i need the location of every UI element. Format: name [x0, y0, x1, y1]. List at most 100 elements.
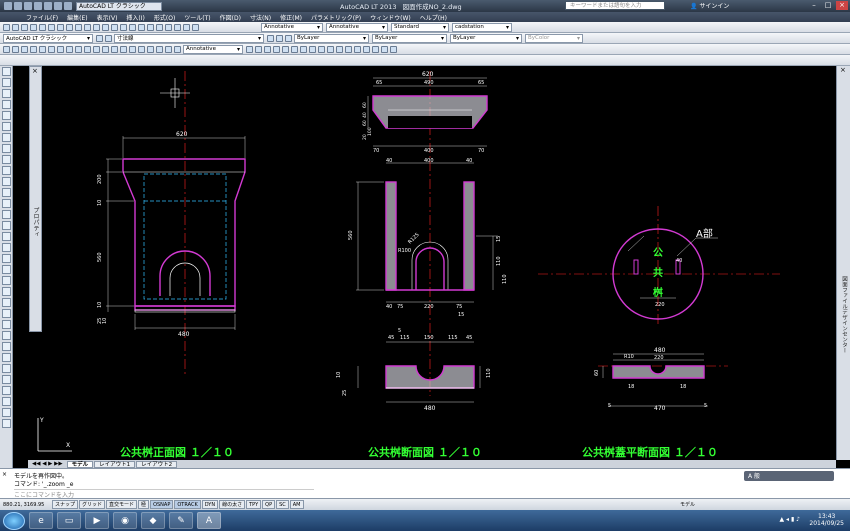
menu-tools[interactable]: ツール(T) [184, 13, 210, 22]
status-tray-mini[interactable]: A 般 [744, 471, 834, 481]
dim-aligned-icon[interactable] [12, 45, 19, 53]
polar-toggle[interactable]: 極 [138, 500, 150, 509]
spline-tool-icon[interactable] [1, 155, 11, 164]
signin-button[interactable]: 👤 サインイン [690, 1, 729, 10]
dim-radius-icon[interactable] [39, 45, 46, 53]
qp-toggle[interactable]: QP [262, 500, 276, 509]
menu-dimension[interactable]: 寸法(N) [250, 13, 271, 22]
tab-nav-icon[interactable]: ◀◀ ◀ ▶ ▶▶ [32, 461, 63, 467]
dim-baseline-icon[interactable] [84, 45, 91, 53]
menu-help[interactable]: ヘルプ(H) [420, 13, 447, 22]
cut-icon[interactable] [48, 23, 55, 31]
chrome-icon[interactable]: ◉ [113, 512, 137, 529]
polygon-tool-icon[interactable] [1, 100, 11, 109]
close-button[interactable]: × [836, 1, 848, 10]
dim-linear-icon[interactable] [3, 45, 10, 53]
otrack-toggle[interactable]: OTRACK [174, 500, 201, 509]
table-icon[interactable] [381, 45, 388, 53]
model-space-button[interactable]: モデル [680, 501, 695, 508]
gradient-icon[interactable] [363, 45, 370, 53]
layer-previous-icon[interactable] [276, 34, 283, 42]
ie-icon[interactable]: e [29, 512, 53, 529]
menu-window[interactable]: ウィンドウ(W) [370, 13, 411, 22]
lineweight-select[interactable]: ByLayer [450, 33, 522, 43]
dim-style-select[interactable]: Annotative [326, 22, 388, 32]
ellipse-tool-icon[interactable] [1, 166, 11, 175]
palette-close-icon[interactable]: × [32, 67, 38, 75]
revcloud-tool-icon[interactable] [1, 144, 11, 153]
copy-tool-icon[interactable] [1, 287, 11, 296]
center-mark-icon[interactable] [129, 45, 136, 53]
properties-palette[interactable]: × プロパティ [29, 66, 42, 332]
point-tool-icon[interactable] [1, 210, 11, 219]
ortho-toggle[interactable]: 直交モード [106, 500, 138, 509]
stretch-tool-icon[interactable] [1, 364, 11, 373]
grid-toggle[interactable]: グリッド [79, 500, 106, 509]
menu-file[interactable]: ファイル(F) [26, 13, 58, 22]
text-tool-icon[interactable] [1, 265, 11, 274]
insert-block-icon[interactable] [336, 45, 343, 53]
inspect-icon[interactable] [138, 45, 145, 53]
dim-edit-icon[interactable] [156, 45, 163, 53]
rectangle-icon[interactable] [282, 45, 289, 53]
annotation-scale-select[interactable]: Annotative [183, 44, 243, 54]
spline-icon[interactable] [318, 45, 325, 53]
copy-icon[interactable] [57, 23, 64, 31]
command-close-icon[interactable]: × [2, 471, 7, 478]
cloud-icon[interactable] [309, 45, 316, 53]
layer-properties-icon[interactable] [105, 34, 112, 42]
plot-icon[interactable] [30, 23, 37, 31]
right-palette-close-icon[interactable]: × [840, 66, 846, 74]
extend-tool-icon[interactable] [1, 386, 11, 395]
matchprop-icon[interactable] [75, 23, 82, 31]
zoom-icon[interactable] [111, 23, 118, 31]
layer-select[interactable]: 寸法線 [114, 33, 264, 43]
menu-parametric[interactable]: パラメトリック(P) [311, 13, 361, 22]
menu-view[interactable]: 表示(V) [97, 13, 118, 22]
hatch-icon[interactable] [354, 45, 361, 53]
help-search-input[interactable]: キーワードまたは語句を入力 [565, 1, 665, 10]
sheetset-icon[interactable] [165, 23, 172, 31]
new-icon[interactable] [14, 2, 22, 10]
hatch-tool-icon[interactable] [1, 221, 11, 230]
app-menu-icon[interactable] [4, 2, 12, 10]
mleader-style-select[interactable]: cadstation [452, 22, 512, 32]
open-icon[interactable] [24, 2, 32, 10]
preview-icon[interactable] [39, 23, 46, 31]
mtext-icon[interactable] [390, 45, 397, 53]
dim-arc-icon[interactable] [21, 45, 28, 53]
rectangle-tool-icon[interactable] [1, 111, 11, 120]
tolerance-icon[interactable] [120, 45, 127, 53]
taskbar-clock[interactable]: 13:43 2014/09/25 [809, 513, 844, 527]
tab-layout2[interactable]: レイアウト2 [136, 460, 178, 468]
workspace-toolbar-select[interactable]: AutoCAD LT クラシック [3, 33, 93, 43]
ellipse-arc-tool-icon[interactable] [1, 177, 11, 186]
paste-icon[interactable] [66, 23, 73, 31]
minimize-button[interactable]: – [808, 1, 820, 10]
open-icon[interactable] [12, 23, 19, 31]
menu-draw[interactable]: 作図(D) [220, 13, 241, 22]
region-icon[interactable] [372, 45, 379, 53]
scale-tool-icon[interactable] [1, 353, 11, 362]
sc-toggle[interactable]: SC [276, 500, 289, 509]
workspace-settings-icon[interactable] [96, 34, 103, 42]
make-current-icon[interactable] [267, 34, 274, 42]
maximize-button[interactable]: □ [822, 1, 834, 10]
circle-tool-icon[interactable] [1, 133, 11, 142]
insert-tool-icon[interactable] [1, 188, 11, 197]
osnap-toggle[interactable]: OSNAP [150, 500, 174, 509]
save-icon[interactable] [21, 23, 28, 31]
rotate-tool-icon[interactable] [1, 342, 11, 351]
dyn-toggle[interactable]: DYN [201, 500, 219, 509]
table-tool-icon[interactable] [1, 254, 11, 263]
make-block-icon[interactable] [345, 45, 352, 53]
app-icon[interactable]: ◆ [141, 512, 165, 529]
layer-state-icon[interactable] [285, 34, 292, 42]
break-tool-icon[interactable] [1, 397, 11, 406]
tab-layout1[interactable]: レイアウト1 [94, 460, 136, 468]
designcenter-palette[interactable]: × 図面ファイルデザインセンター [836, 66, 850, 460]
menu-edit[interactable]: 編集(E) [67, 13, 87, 22]
tab-model[interactable]: モデル [66, 460, 94, 468]
text-style-select[interactable]: Annotative [261, 22, 323, 32]
snap-toggle[interactable]: スナップ [52, 500, 79, 509]
